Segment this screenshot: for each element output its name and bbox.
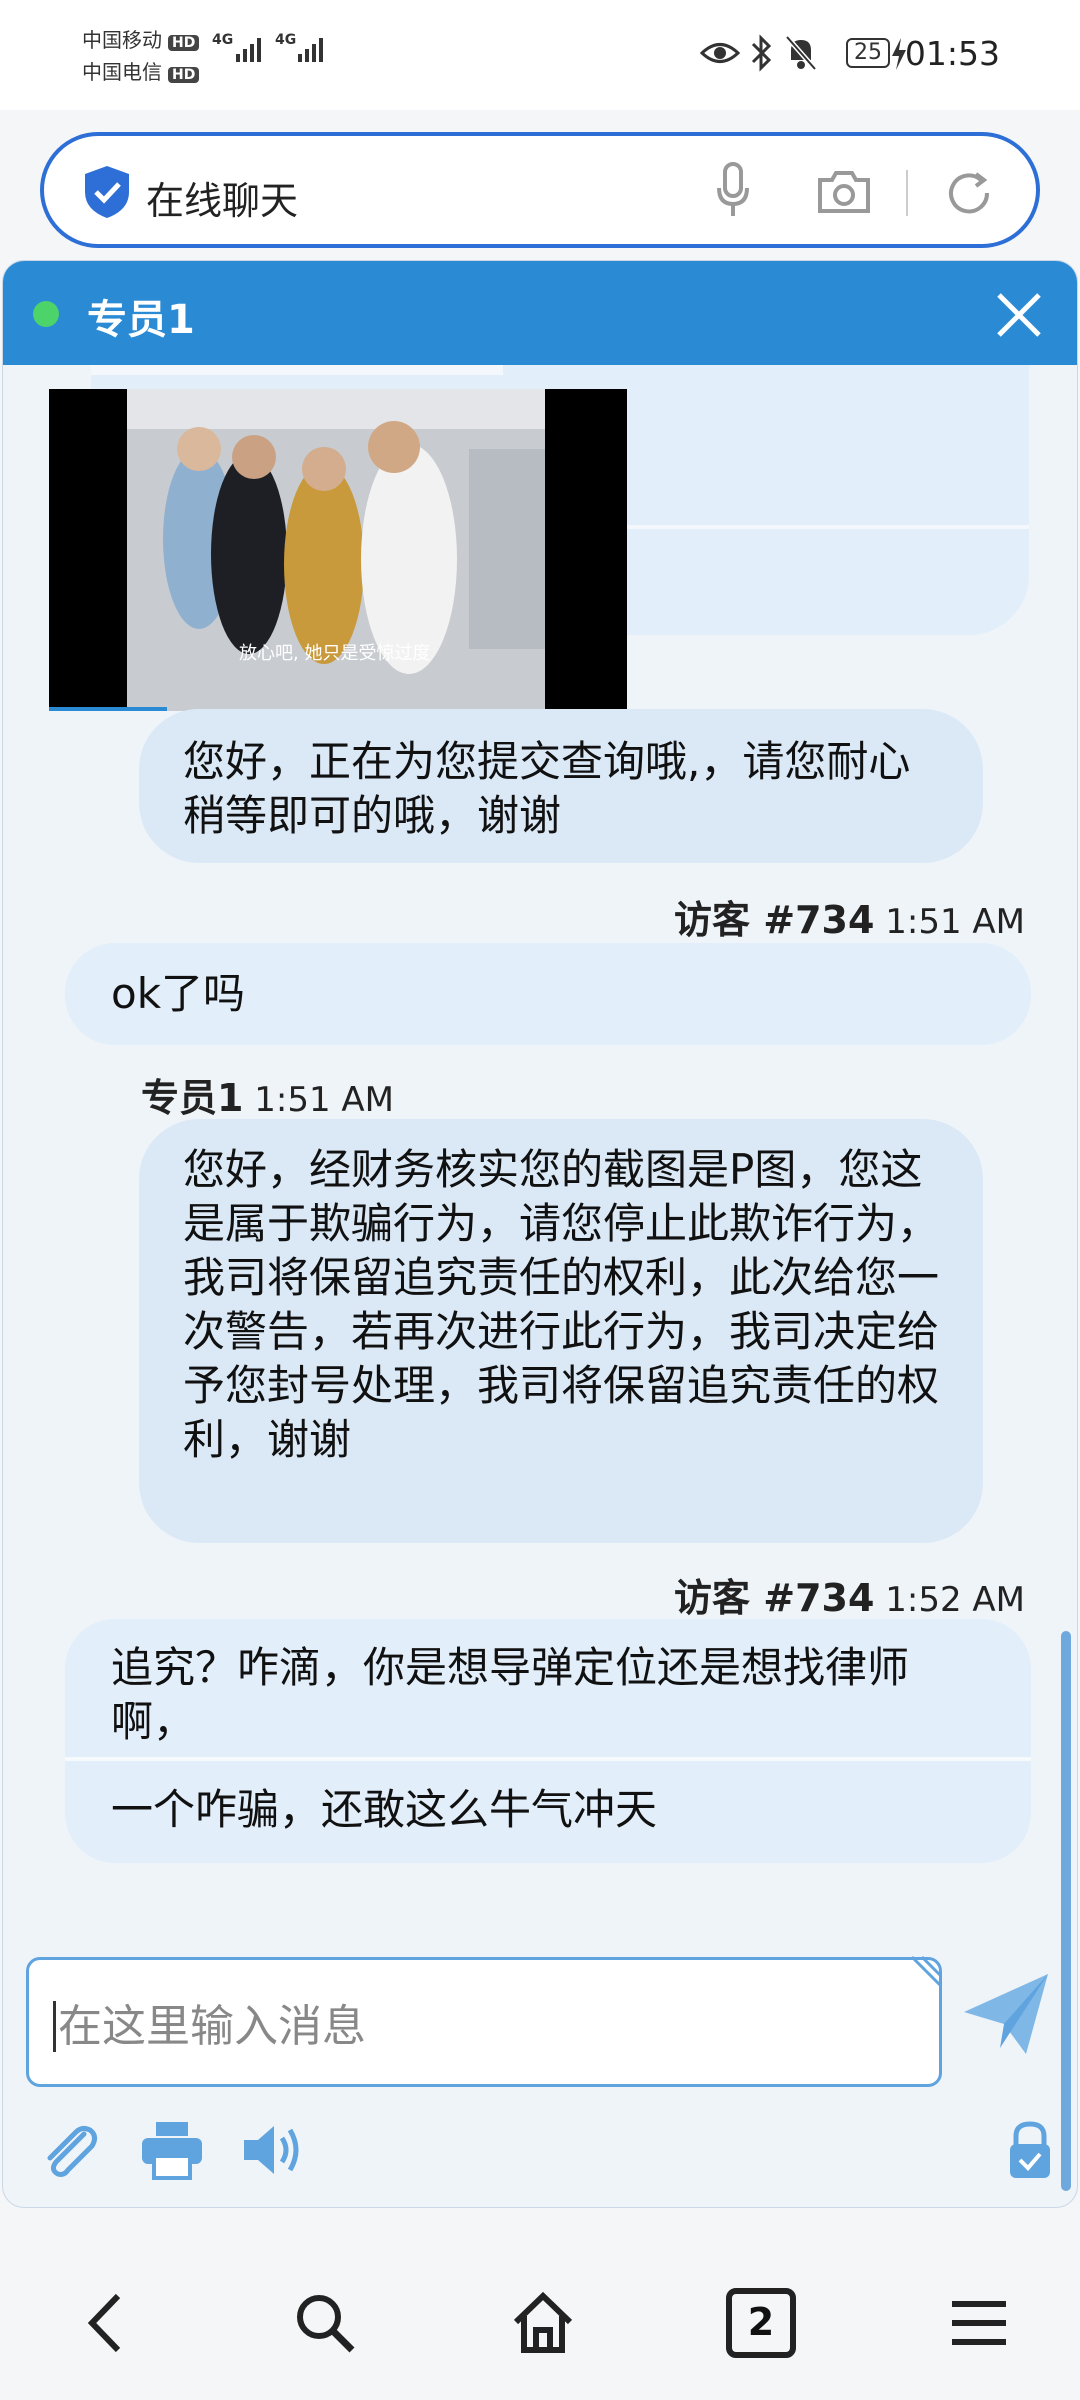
online-status-dot: [33, 301, 59, 327]
agent-time: 1:51 AM: [254, 1080, 395, 1120]
resize-handle-icon[interactable]: [906, 1955, 942, 1991]
video-subtitle: 放心吧, 她只是受惊过度: [239, 643, 431, 664]
speaker-icon[interactable]: [240, 2118, 304, 2182]
agent-meta-2: 专员1 1:51 AM: [141, 1067, 394, 1122]
send-icon[interactable]: [960, 1968, 1052, 2060]
signal-icon-1: [236, 38, 261, 62]
network-label-2: 4G: [275, 32, 297, 48]
visitor-time: 1:51 AM: [885, 902, 1025, 942]
microphone-icon[interactable]: [716, 162, 750, 218]
bluetooth-icon: [751, 34, 772, 72]
menu-icon[interactable]: [944, 2288, 1014, 2358]
clock: 01:53: [904, 34, 1000, 73]
visitor-name: 访客 #734: [674, 1576, 875, 1620]
printer-icon[interactable]: [140, 2118, 204, 2182]
visitor-message-bubble-1: ok了吗: [65, 943, 1031, 1045]
agent-message-bubble-1: 您好，正在为您提交查询哦,，请您耐心稍等即可的哦，谢谢: [139, 709, 983, 863]
back-icon[interactable]: [72, 2288, 142, 2358]
video-thumbnail[interactable]: 放心吧, 她只是受惊过度: [49, 389, 627, 711]
close-icon[interactable]: [991, 287, 1047, 343]
shield-check-icon: [85, 166, 129, 218]
home-icon[interactable]: [508, 2288, 578, 2358]
message-placeholder: 在这里输入消息: [53, 2001, 366, 2052]
carrier-2: 中国电信 HD: [82, 56, 200, 85]
mute-bell-icon: [785, 35, 817, 71]
chat-header: 专员1: [3, 261, 1077, 365]
refresh-icon[interactable]: [944, 168, 994, 218]
navigation-bar: 2: [0, 2240, 1080, 2400]
visitor-meta-1: 访客 #734 1:51 AM: [674, 889, 1025, 944]
visitor-message-bubble-2b: 一个咋骗，还敢这么牛气冲天: [65, 1761, 1031, 1863]
signal-icon-2: [298, 38, 323, 62]
battery-indicator: 25: [846, 38, 890, 68]
chat-scrollbar[interactable]: [1061, 1631, 1071, 2191]
paperclip-icon[interactable]: [38, 2118, 102, 2182]
message-input[interactable]: 在这里输入消息: [26, 1957, 942, 2087]
message-edge: [91, 365, 503, 375]
agent-title: 专员1: [87, 297, 195, 343]
lock-icon[interactable]: [1006, 2118, 1054, 2182]
tabs-button[interactable]: 2: [726, 2288, 796, 2358]
eye-icon: [700, 43, 740, 63]
camera-icon[interactable]: [816, 170, 872, 214]
visitor-message-bubble-2a: 追究？咋滴，你是想导弹定位还是想找律师啊，: [65, 1619, 1031, 1757]
status-bar: 中国移动 HD 中国电信 HD 4G 4G 25 01:53: [0, 0, 1080, 110]
visitor-time: 1:52 AM: [885, 1580, 1025, 1620]
carrier-1: 中国移动 HD: [82, 24, 200, 53]
agent-message-bubble-2: 您好，经财务核实您的截图是P图，您这是属于欺骗行为，请您停止此欺诈行为，我司将保…: [139, 1119, 983, 1543]
agent-name: 专员1: [141, 1076, 244, 1120]
visitor-name: 访客 #734: [674, 898, 875, 942]
search-text[interactable]: 在线聊天: [146, 170, 298, 225]
network-label-1: 4G: [212, 32, 234, 48]
search-bar[interactable]: 在线聊天: [40, 132, 1040, 248]
visitor-meta-2: 访客 #734 1:52 AM: [674, 1567, 1025, 1622]
chat-window: 专员1 放心吧, 她只是受惊过度 您好，正在为您提交查询哦,，请您耐心稍等即可的…: [2, 260, 1078, 2208]
search-divider: [906, 170, 908, 216]
search-icon[interactable]: [290, 2288, 360, 2358]
